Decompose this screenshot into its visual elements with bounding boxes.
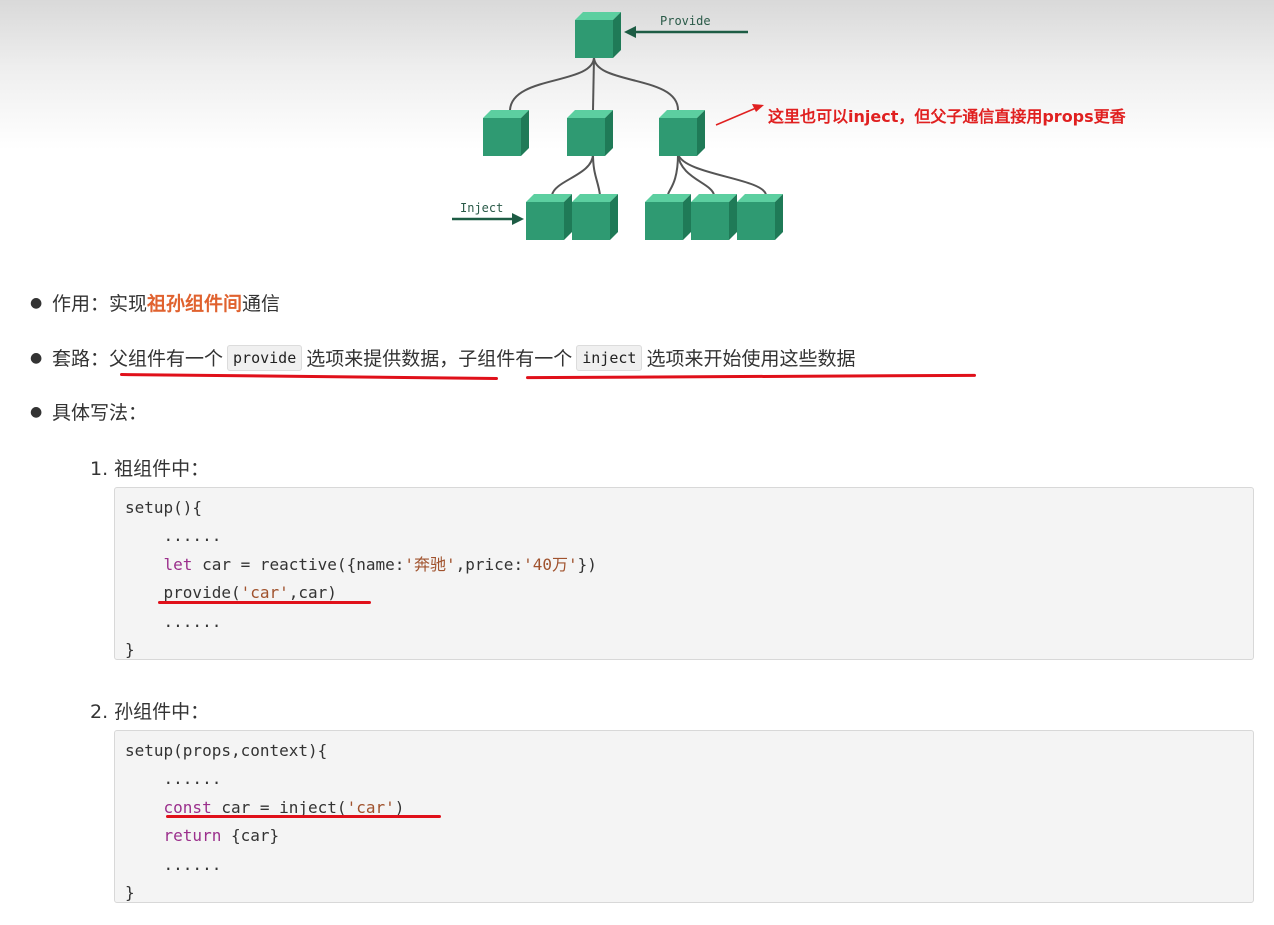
code-line: return {car}: [125, 822, 1243, 850]
code-line: ......: [125, 769, 222, 789]
pattern-label: 套路：: [52, 348, 110, 370]
underline-parent: [119, 373, 499, 380]
grandchild-cube-5: [737, 194, 783, 240]
code-token: car = inject(: [211, 797, 347, 817]
bullet-dot: ●: [30, 295, 43, 311]
child-cube-1: [483, 110, 529, 156]
code-block-ancestor: setup(){ ...... let car = reactive({name…: [114, 487, 1254, 660]
annotation-arrow: [715, 104, 764, 126]
code-line: ......: [125, 854, 222, 874]
code-token: {car}: [221, 826, 280, 846]
code-token: ,car): [288, 583, 337, 603]
underline-inject-call: [166, 815, 441, 818]
keyword-return: return: [163, 826, 222, 846]
code-line: ......: [125, 526, 222, 546]
keyword-let: let: [163, 554, 193, 574]
grandchild-cube-4: [691, 194, 737, 240]
purpose-label: 作用：实现: [52, 293, 148, 315]
inject-label: Inject: [460, 201, 503, 215]
code-line: setup(props,context){: [125, 741, 328, 760]
code-line: }: [125, 882, 135, 902]
code-token: provide(: [163, 583, 241, 603]
pattern-part2: 选项来提供数据，: [306, 348, 459, 370]
grandchild-cube-1: [526, 194, 572, 240]
bullet-syntax: ● 具体写法：: [30, 398, 147, 425]
provide-label: Provide: [660, 14, 711, 28]
pattern-part1: 父组件有一个: [109, 348, 224, 370]
grandchild-cube-3: [645, 194, 691, 240]
child-cube-3: [659, 110, 705, 156]
pattern-part3: 子组件有一个: [458, 348, 573, 370]
keyword-const: const: [163, 797, 212, 817]
string-token: 'car': [346, 797, 395, 817]
tree-connectors: [509, 56, 767, 196]
string-token: '40万': [523, 554, 578, 574]
string-token: 'car': [240, 583, 289, 603]
annotation-text: 这里也可以inject，但父子通信直接用props更香: [768, 107, 1126, 126]
code-token: ): [394, 797, 405, 817]
code-token: ,price:: [455, 554, 524, 574]
code-token: }): [577, 554, 597, 574]
purpose-highlight: 祖孙组件间: [147, 293, 243, 315]
provide-inline-code: provide: [227, 345, 303, 371]
syntax-label: 具体写法：: [52, 402, 148, 424]
code-token: car = reactive({name:: [192, 554, 405, 574]
bullet-pattern: ● 套路：父组件有一个 provide 选项来提供数据，子组件有一个 inject 选项来…: [30, 344, 855, 371]
grandchild-cube-2: [572, 194, 618, 240]
code-line: setup(){: [125, 498, 203, 517]
code-line: }: [125, 639, 135, 659]
underline-child: [525, 373, 977, 380]
string-token: '奔驰': [404, 554, 456, 574]
step-1-title: 1. 祖组件中：: [90, 458, 210, 480]
root-cube: [575, 12, 621, 58]
child-cube-2: [567, 110, 613, 156]
underline-provide-call: [158, 601, 371, 604]
bullet-dot: ●: [30, 350, 43, 366]
pattern-part4: 选项来开始使用这些数据: [646, 348, 856, 370]
bullet-purpose: ● 作用：实现祖孙组件间通信: [30, 289, 280, 316]
code-line: let car = reactive({name:'奔驰',price:'40万…: [125, 551, 1243, 579]
purpose-tail: 通信: [242, 293, 281, 315]
bullet-dot: ●: [30, 404, 43, 420]
step-2-title: 2. 孙组件中：: [90, 701, 210, 723]
inject-inline-code: inject: [576, 345, 643, 371]
code-line: ......: [125, 611, 222, 631]
